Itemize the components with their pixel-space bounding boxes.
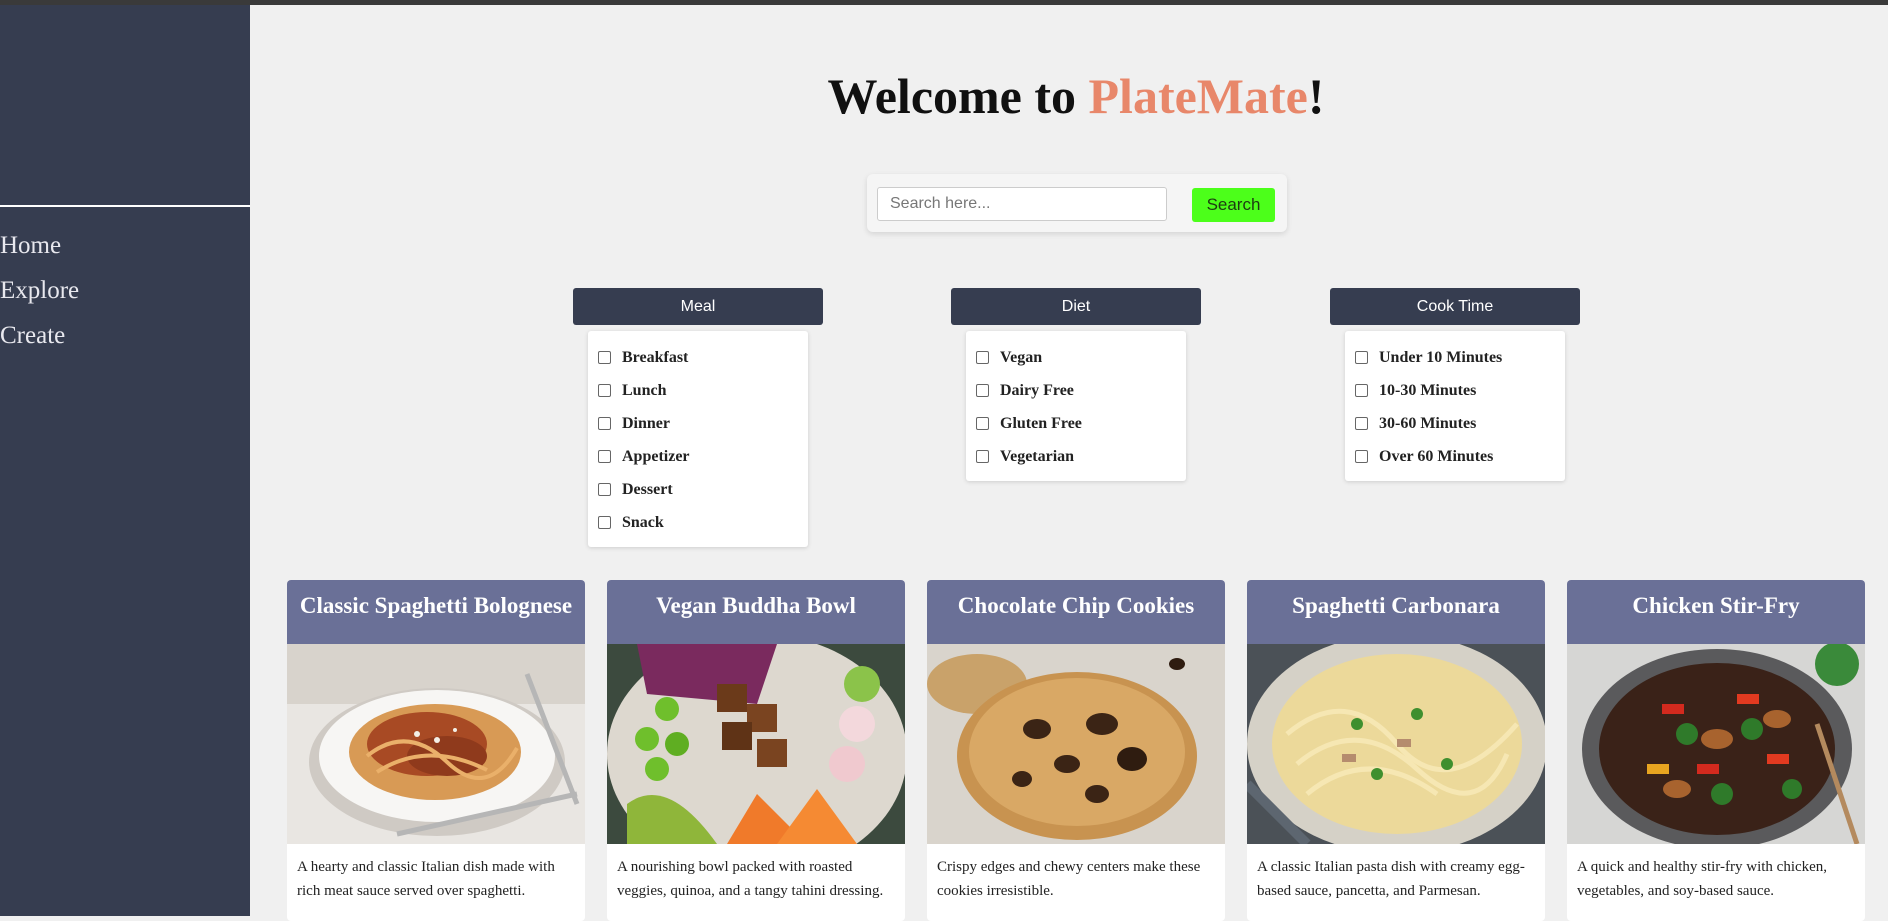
filter-option[interactable]: Dessert — [588, 473, 808, 506]
recipe-card[interactable]: Vegan Buddha Bowl A nourishing bowl pack… — [607, 580, 905, 921]
recipe-description: A nourishing bowl packed with roasted ve… — [617, 859, 884, 899]
filter-option[interactable]: 30-60 Minutes — [1345, 407, 1565, 440]
recipe-card[interactable]: Chocolate Chip Cookies Crispy edges and … — [927, 580, 1225, 921]
checkbox[interactable] — [598, 516, 611, 529]
checkbox[interactable] — [976, 351, 989, 364]
search-button[interactable]: Search — [1192, 188, 1275, 222]
recipe-title: Chicken Stir-Fry — [1567, 580, 1865, 644]
filter-option[interactable]: Gluten Free — [966, 407, 1186, 440]
filter-option-label: 10-30 Minutes — [1379, 381, 1477, 399]
filter-option-label: Breakfast — [622, 348, 689, 366]
filter-option[interactable]: Over 60 Minutes — [1345, 440, 1565, 473]
buddha-bowl-image — [607, 644, 905, 844]
filter-option[interactable]: Vegetarian — [966, 440, 1186, 473]
page-title: Welcome to PlateMate! — [250, 67, 1888, 125]
spaghetti-bolognese-image — [287, 644, 585, 844]
filter-option-label: Dinner — [622, 414, 670, 432]
filter-meal-options: Breakfast Lunch Dinner Appetizer Dessert… — [588, 331, 808, 547]
checkbox[interactable] — [976, 384, 989, 397]
carbonara-image — [1247, 644, 1545, 844]
filter-diet: Diet Vegan Dairy Free Gluten Free Vegeta… — [951, 288, 1201, 481]
chocolate-chip-cookie-image — [927, 644, 1225, 844]
recipe-description: Crispy edges and chewy centers make thes… — [937, 859, 1201, 899]
filter-option-label: Vegan — [1000, 348, 1043, 366]
filter-option[interactable]: Lunch — [588, 374, 808, 407]
filter-option-label: Dessert — [622, 480, 673, 498]
recipe-title: Spaghetti Carbonara — [1247, 580, 1545, 644]
recipe-card[interactable]: Classic Spaghetti Bolognese A hearty and… — [287, 580, 585, 921]
sidebar: Home Explore Create — [0, 5, 250, 916]
filter-option-label: 30-60 Minutes — [1379, 414, 1477, 432]
recipe-title: Classic Spaghetti Bolognese — [287, 580, 585, 644]
recipe-image — [1247, 644, 1545, 844]
checkbox[interactable] — [1355, 450, 1368, 463]
filter-meal: Meal Breakfast Lunch Dinner Appetizer De… — [573, 288, 823, 547]
stir-fry-image — [1567, 644, 1865, 844]
checkbox[interactable] — [976, 417, 989, 430]
brand-name: PlateMate — [1088, 68, 1308, 124]
filter-option[interactable]: Under 10 Minutes — [1345, 341, 1565, 374]
recipe-image — [287, 644, 585, 844]
sidebar-item-create[interactable]: Create — [0, 313, 79, 358]
recipe-image — [927, 644, 1225, 844]
sidebar-divider — [0, 205, 250, 207]
search-bar: Search — [867, 174, 1287, 232]
recipe-title: Chocolate Chip Cookies — [927, 580, 1225, 644]
checkbox[interactable] — [598, 384, 611, 397]
sidebar-item-home[interactable]: Home — [0, 223, 79, 268]
recipe-description: A classic Italian pasta dish with creamy… — [1257, 859, 1525, 899]
sidebar-nav: Home Explore Create — [0, 223, 79, 358]
filter-option-label: Snack — [622, 513, 664, 531]
checkbox[interactable] — [1355, 384, 1368, 397]
filter-diet-header[interactable]: Diet — [951, 288, 1201, 325]
recipe-card[interactable]: Spaghetti Carbonara A classic Italian pa… — [1247, 580, 1545, 921]
filter-option[interactable]: Breakfast — [588, 341, 808, 374]
filter-option-label: Over 60 Minutes — [1379, 447, 1494, 465]
filter-diet-options: Vegan Dairy Free Gluten Free Vegetarian — [966, 331, 1186, 481]
filter-option[interactable]: Appetizer — [588, 440, 808, 473]
welcome-suffix: ! — [1307, 68, 1325, 124]
sidebar-item-explore[interactable]: Explore — [0, 268, 79, 313]
recipe-description: A hearty and classic Italian dish made w… — [297, 859, 555, 899]
filter-option-label: Dairy Free — [1000, 381, 1074, 399]
filter-cook-time-options: Under 10 Minutes 10-30 Minutes 30-60 Min… — [1345, 331, 1565, 481]
filter-option[interactable]: Vegan — [966, 341, 1186, 374]
search-input[interactable] — [877, 187, 1167, 221]
filter-cook-time: Cook Time Under 10 Minutes 10-30 Minutes… — [1330, 288, 1580, 481]
filter-option[interactable]: Dinner — [588, 407, 808, 440]
filter-option-label: Appetizer — [622, 447, 690, 465]
recipe-description: A quick and healthy stir-fry with chicke… — [1577, 859, 1828, 899]
filter-option-label: Gluten Free — [1000, 414, 1082, 432]
checkbox[interactable] — [598, 450, 611, 463]
recipe-image — [1567, 644, 1865, 844]
recipe-title: Vegan Buddha Bowl — [607, 580, 905, 644]
filter-option-label: Vegetarian — [1000, 447, 1075, 465]
filter-option[interactable]: 10-30 Minutes — [1345, 374, 1565, 407]
checkbox[interactable] — [1355, 417, 1368, 430]
filter-option[interactable]: Snack — [588, 506, 808, 539]
checkbox[interactable] — [598, 483, 611, 496]
filter-cook-time-header[interactable]: Cook Time — [1330, 288, 1580, 325]
main-content: Welcome to PlateMate! Search Meal Breakf… — [250, 5, 1888, 921]
recipe-card[interactable]: Chicken Stir-Fry A quick and healthy sti… — [1567, 580, 1865, 921]
filter-option[interactable]: Dairy Free — [966, 374, 1186, 407]
welcome-prefix: Welcome to — [827, 68, 1089, 124]
filter-option-label: Under 10 Minutes — [1379, 348, 1503, 366]
filter-meal-header[interactable]: Meal — [573, 288, 823, 325]
checkbox[interactable] — [1355, 351, 1368, 364]
checkbox[interactable] — [976, 450, 989, 463]
filter-option-label: Lunch — [622, 381, 667, 399]
checkbox[interactable] — [598, 417, 611, 430]
checkbox[interactable] — [598, 351, 611, 364]
recipe-image — [607, 644, 905, 844]
